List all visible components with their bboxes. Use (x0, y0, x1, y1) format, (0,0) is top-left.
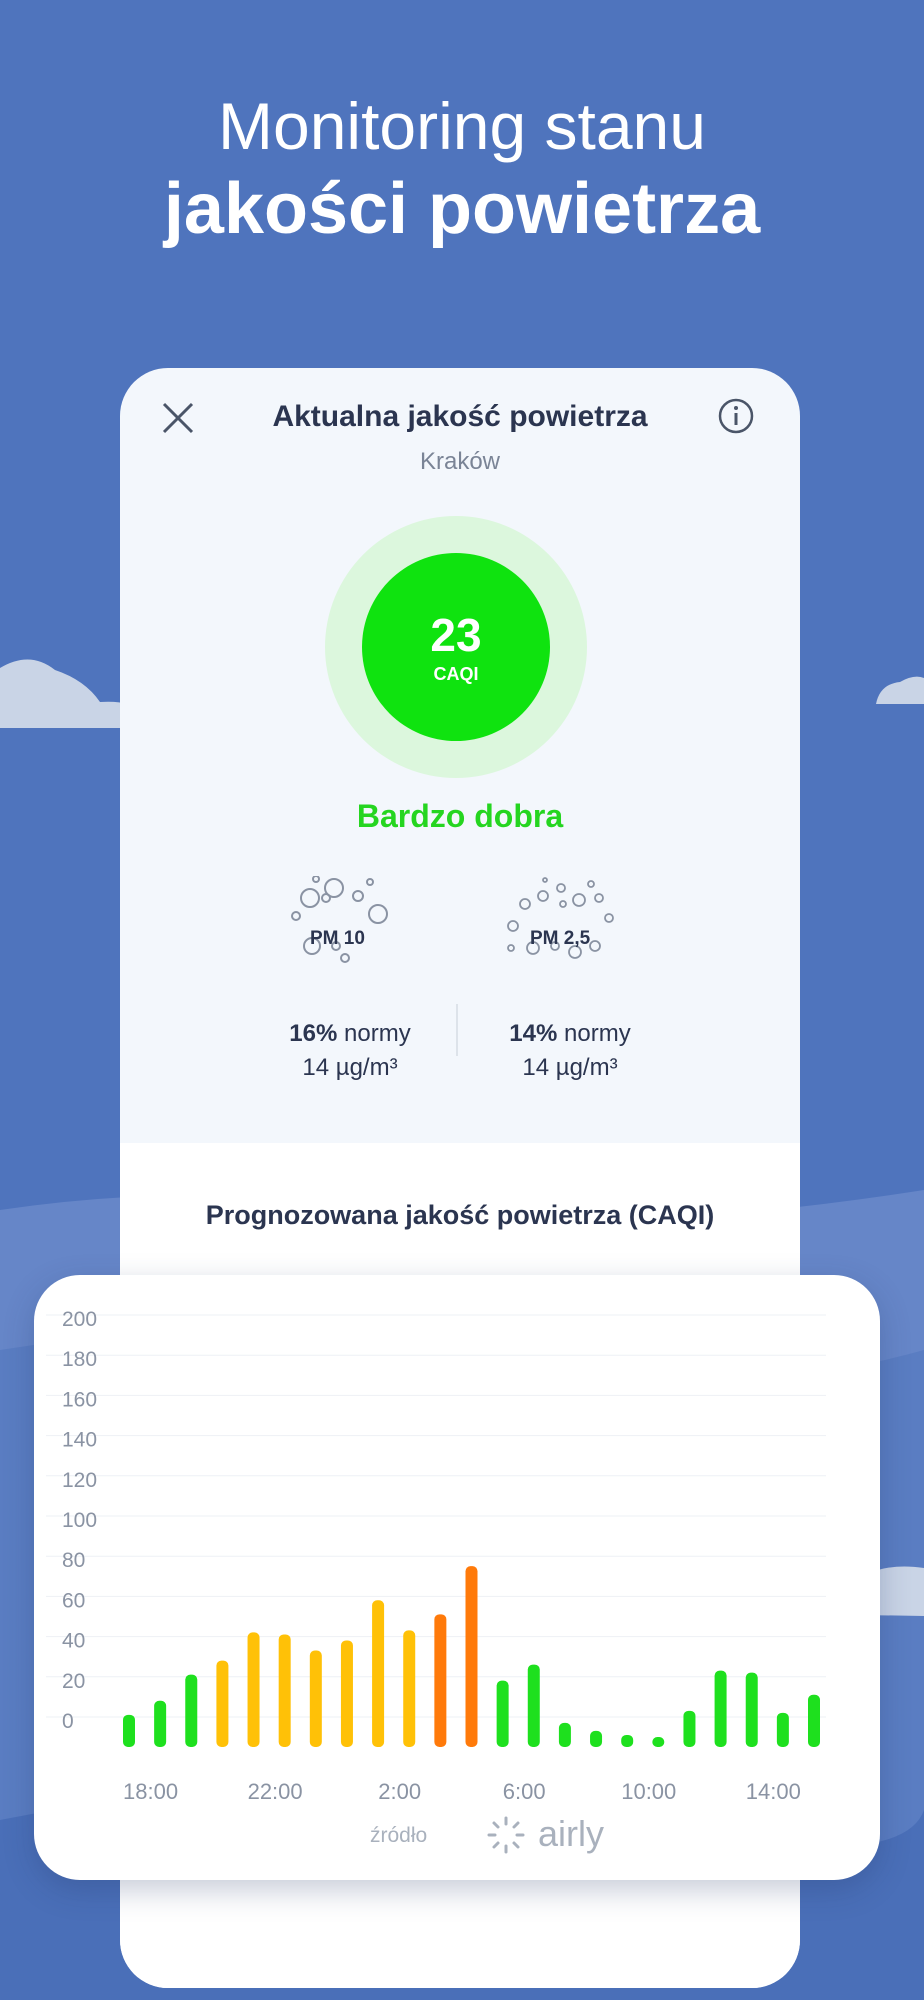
city-name: Kraków (419, 448, 501, 475)
forecast-title: Prognozowana jakość powietrza (CAQI) (205, 1200, 715, 1230)
chart-bar (309, 1650, 322, 1747)
x-tick-label: 22:00 (248, 1779, 303, 1804)
chart-bar (247, 1632, 260, 1747)
y-tick-label: 120 (62, 1469, 97, 1492)
chart-bar (434, 1614, 447, 1747)
pm25-concentration: 14 µg/m³ (522, 1054, 618, 1081)
source-label: źródło (370, 1824, 428, 1847)
chart-bar (776, 1712, 789, 1747)
y-tick-label: 140 (62, 1429, 97, 1452)
pm10-label: PM 10 (310, 928, 365, 949)
pm25-norm-word: normy (557, 1020, 631, 1047)
chart-bar (340, 1640, 353, 1747)
y-tick-label: 160 (62, 1388, 97, 1411)
y-tick-label: 200 (62, 1308, 97, 1331)
chart-bar (683, 1710, 696, 1747)
caqi-value: 23 (430, 609, 482, 661)
pm10-percent: 16% (289, 1020, 338, 1047)
y-tick-label: 80 (62, 1549, 85, 1572)
chart-bar (123, 1714, 135, 1747)
source-brand[interactable]: airly (538, 1813, 604, 1855)
y-tick-label: 40 (62, 1630, 85, 1653)
quality-label: Bardzo dobra (356, 798, 564, 834)
x-tick-label: 6:00 (503, 1779, 546, 1804)
forecast-chart: 20018016014012010080604020018:00 22:00 2:0… (46, 1308, 826, 1804)
chart-bar (714, 1670, 727, 1747)
x-tick-label: 18:00 (123, 1779, 178, 1804)
chart-bar (808, 1694, 820, 1747)
hero-title-line2: jakości powietrza (163, 169, 761, 249)
chart-bar (527, 1664, 540, 1747)
chart-bar (496, 1680, 509, 1747)
cloud-right-top (876, 676, 924, 704)
y-tick-label: 180 (62, 1348, 97, 1371)
y-tick-label: 0 (62, 1710, 74, 1733)
chart-bar (216, 1660, 229, 1747)
caqi-unit: CAQI (433, 664, 479, 684)
forecast-chart-card: 200 180 160 140 120 100 80 60 40 20 0 18:00 22:00 2:0… (34, 1275, 880, 1880)
pm25-label: PM 2,5 (530, 928, 591, 949)
pm-divider (456, 1004, 458, 1056)
pm10-norm: 16% normy (250, 1020, 450, 1048)
pm25-particles-icon (507, 877, 614, 959)
x-tick-label: 14:00 (746, 1779, 801, 1804)
y-tick-label: 100 (62, 1509, 97, 1532)
chart-bar (185, 1674, 198, 1747)
info-icon[interactable] (716, 396, 756, 436)
panel-title: Aktualna jakość powietrza (272, 400, 648, 433)
chart-bar (372, 1600, 385, 1747)
pm25-percent: 14% (509, 1020, 558, 1047)
chart-bar (621, 1734, 634, 1747)
airly-logo-icon (487, 1816, 525, 1854)
chart-bar (154, 1700, 167, 1747)
chart-bar (465, 1566, 478, 1747)
hero-title-line1: Monitoring stanu (218, 89, 706, 163)
chart-bar (652, 1737, 665, 1747)
x-tick-label: 2:00 (378, 1779, 421, 1804)
chart-bar (590, 1730, 603, 1747)
chart-bar (745, 1672, 758, 1747)
pm10-norm-word: normy (337, 1020, 411, 1047)
pm25-norm: 14% normy (470, 1020, 670, 1048)
x-tick-label: 10:00 (621, 1779, 676, 1804)
pm10-particles-icon (291, 876, 388, 963)
chart-bar (558, 1722, 571, 1747)
y-tick-label: 60 (62, 1589, 85, 1612)
chart-bar (403, 1630, 416, 1747)
y-tick-label: 20 (62, 1670, 85, 1693)
chart-bar (278, 1634, 291, 1747)
pm10-concentration: 14 µg/m³ (302, 1054, 398, 1081)
